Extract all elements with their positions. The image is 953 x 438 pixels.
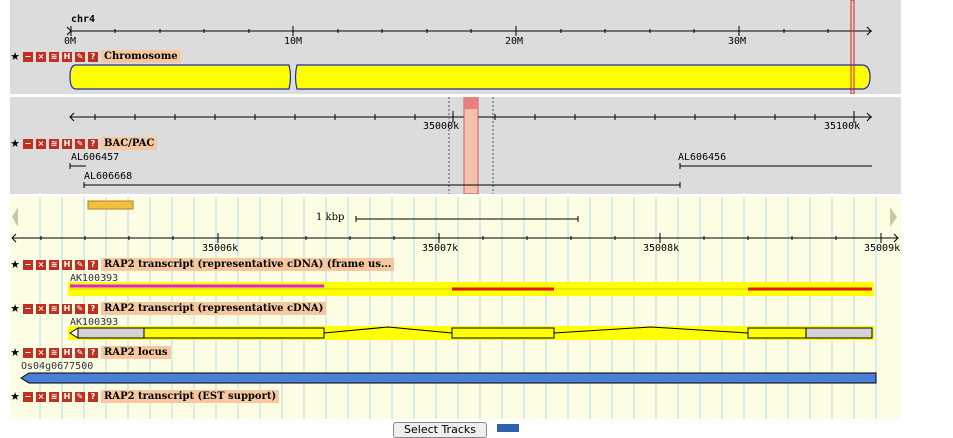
detail-region-highlight[interactable] <box>463 97 479 194</box>
tick-label-35100k: 35100k <box>824 121 861 132</box>
exon-utr-left[interactable] <box>77 327 145 339</box>
star-icon[interactable]: ★ <box>10 51 20 62</box>
help-icon[interactable]: ? <box>88 259 98 270</box>
ruler-icon[interactable]: H <box>62 347 72 358</box>
feature-label-locus[interactable]: Os04g0677500 <box>21 361 93 372</box>
track-label-bac-pac: BAC/PAC <box>101 137 158 150</box>
edit-icon[interactable]: ✎ <box>75 303 85 314</box>
track-label-transcript: RAP2 transcript (representative cDNA) <box>101 302 327 315</box>
track-header-frame-usage: ★ − × ≋ H ✎ ? RAP2 transcript (represent… <box>10 258 395 271</box>
tick-label-35007k: 35007k <box>422 243 459 254</box>
help-icon[interactable]: ? <box>88 303 98 314</box>
track-label-locus: RAP2 locus <box>101 346 171 359</box>
minimize-icon[interactable]: − <box>23 347 33 358</box>
chromosome-overview-svg[interactable] <box>10 0 901 94</box>
locus-feature[interactable] <box>20 372 877 384</box>
edit-icon[interactable]: ✎ <box>75 138 85 149</box>
close-icon[interactable]: × <box>36 259 46 270</box>
tick-label-35008k: 35008k <box>643 243 680 254</box>
exon-1[interactable] <box>143 327 325 339</box>
chromosome-overview-panel[interactable]: chr4 0M 10M 20M 30M ★ − × ≋ H ✎ ? Chromo… <box>10 0 901 94</box>
tick-label-0m: 0M <box>64 36 77 47</box>
ruler-icon[interactable]: H <box>62 51 72 62</box>
chromosome-q-arm[interactable] <box>294 64 871 90</box>
scroll-right-icon[interactable] <box>890 207 897 227</box>
chromosome-name: chr4 <box>71 14 96 25</box>
track-header-locus: ★ − × ≋ H ✎ ? RAP2 locus <box>10 346 171 359</box>
exon-3[interactable] <box>747 327 807 339</box>
exon-utr-right[interactable] <box>805 327 873 339</box>
select-tracks-button[interactable]: Select Tracks <box>393 422 487 438</box>
rss-icon[interactable]: ≋ <box>49 303 59 314</box>
chromosome-p-arm[interactable] <box>69 64 292 90</box>
tick-label-35006k: 35006k <box>202 243 239 254</box>
star-icon[interactable]: ★ <box>10 303 20 314</box>
track-label-est-support: RAP2 transcript (EST support) <box>101 390 280 403</box>
clone-label-al606668[interactable]: AL606668 <box>84 171 132 182</box>
track-label-chromosome: Chromosome <box>101 50 181 63</box>
bac-pac-track-header: ★ − × ≋ H ✎ ? BAC/PAC <box>10 137 158 150</box>
rss-icon[interactable]: ≋ <box>49 347 59 358</box>
ruler-icon[interactable]: H <box>62 259 72 270</box>
chromosome-track-header: ★ − × ≋ H ✎ ? Chromosome <box>10 50 181 63</box>
scale-label: 1 kbp <box>316 212 345 223</box>
clone-label-al606456[interactable]: AL606456 <box>678 152 726 163</box>
rss-icon[interactable]: ≋ <box>49 51 59 62</box>
tick-label-30m: 30M <box>728 36 747 47</box>
close-icon[interactable]: × <box>36 347 46 358</box>
tick-label-35000k: 35000k <box>423 121 460 132</box>
rss-icon[interactable]: ≋ <box>49 259 59 270</box>
clone-label-al606457[interactable]: AL606457 <box>71 152 119 163</box>
help-icon[interactable]: ? <box>88 51 98 62</box>
star-icon[interactable]: ★ <box>10 391 20 402</box>
close-icon[interactable]: × <box>36 391 46 402</box>
edit-icon[interactable]: ✎ <box>75 391 85 402</box>
close-icon[interactable]: × <box>36 303 46 314</box>
tick-label-35009k: 35009k <box>864 243 901 254</box>
star-icon[interactable]: ★ <box>10 347 20 358</box>
rss-icon[interactable]: ≋ <box>49 138 59 149</box>
star-icon[interactable]: ★ <box>10 138 20 149</box>
minimize-icon[interactable]: − <box>23 391 33 402</box>
help-icon[interactable]: ? <box>88 347 98 358</box>
minimize-icon[interactable]: − <box>23 51 33 62</box>
track-label-frame-usage: RAP2 transcript (representative cDNA) (f… <box>101 258 395 271</box>
help-icon[interactable]: ? <box>88 391 98 402</box>
edit-icon[interactable]: ✎ <box>75 259 85 270</box>
minimize-icon[interactable]: − <box>23 138 33 149</box>
track-header-transcript: ★ − × ≋ H ✎ ? RAP2 transcript (represent… <box>10 302 327 315</box>
close-icon[interactable]: × <box>36 51 46 62</box>
minimize-icon[interactable]: − <box>23 259 33 270</box>
detail-panel[interactable]: 1 kbp 35006k 35007k 35008k 35009k ★ − × … <box>10 197 901 419</box>
ruler-icon[interactable]: H <box>62 303 72 314</box>
rss-icon[interactable]: ≋ <box>49 391 59 402</box>
feature-label-ak100393[interactable]: AK100393 <box>70 317 118 328</box>
overview-thumb[interactable] <box>87 200 134 210</box>
ruler-icon[interactable]: H <box>62 391 72 402</box>
scroll-left-icon[interactable] <box>12 207 18 227</box>
detail-region-handle[interactable] <box>464 97 478 109</box>
tick-label-10m: 10M <box>284 36 303 47</box>
bac-pac-panel[interactable]: 35000k 35100k ★ − × ≋ H ✎ ? BAC/PAC AL60… <box>10 97 901 194</box>
exon-2[interactable] <box>451 327 555 339</box>
edit-icon[interactable]: ✎ <box>75 51 85 62</box>
edit-icon[interactable]: ✎ <box>75 347 85 358</box>
star-icon[interactable]: ★ <box>10 259 20 270</box>
close-icon[interactable]: × <box>36 138 46 149</box>
feature-label-ak100393-frame[interactable]: AK100393 <box>70 273 118 284</box>
minimize-icon[interactable]: − <box>23 303 33 314</box>
tick-label-20m: 20M <box>505 36 524 47</box>
ruler-icon[interactable]: H <box>62 138 72 149</box>
help-icon[interactable]: ? <box>88 138 98 149</box>
track-header-est-support: ★ − × ≋ H ✎ ? RAP2 transcript (EST suppo… <box>10 390 280 403</box>
